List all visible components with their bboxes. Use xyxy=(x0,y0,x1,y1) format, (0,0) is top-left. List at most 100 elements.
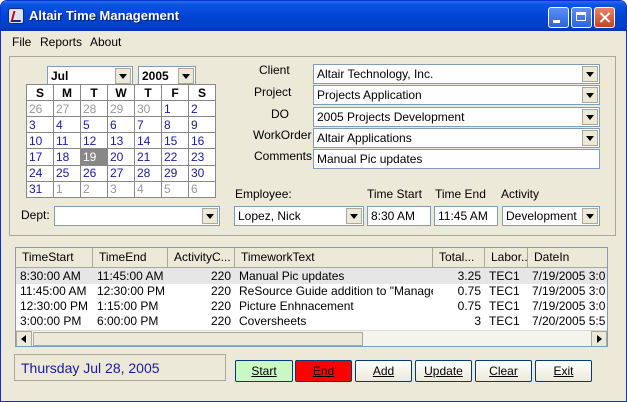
chevron-down-icon[interactable] xyxy=(582,208,598,224)
do-select[interactable]: 2005 Projects Development xyxy=(313,107,600,127)
calendar-day[interactable]: 5 xyxy=(161,180,189,199)
chevron-down-icon[interactable] xyxy=(582,109,598,125)
calendar-day[interactable]: 6 xyxy=(107,116,135,134)
calendar-day[interactable]: 15 xyxy=(161,132,189,150)
column-header[interactable]: TimeworkText xyxy=(235,248,433,267)
calendar-day[interactable]: 29 xyxy=(107,99,135,118)
app-icon xyxy=(8,8,24,24)
calendar-day[interactable]: 1 xyxy=(161,99,189,118)
table-cell: 220 xyxy=(210,314,231,328)
scroll-right-icon[interactable] xyxy=(591,331,607,346)
table-row[interactable]: 8:30:00 AM 11:45:00 AM 220 Manual Pic updat… xyxy=(16,268,607,284)
calendar-day[interactable]: 7 xyxy=(134,116,162,134)
calendar-day[interactable]: 4 xyxy=(53,116,81,134)
calendar-day[interactable]: 5 xyxy=(80,116,108,134)
calendar-day[interactable]: 18 xyxy=(53,148,81,166)
month-select[interactable]: Jul xyxy=(47,66,133,86)
chevron-down-icon[interactable] xyxy=(582,130,598,146)
comments-field[interactable]: Manual Pic updates xyxy=(313,149,600,169)
column-header[interactable]: TimeEnd xyxy=(93,248,168,267)
horizontal-scrollbar[interactable] xyxy=(16,330,607,346)
table-cell: ReSource Guide addition to "Manage... xyxy=(239,284,433,298)
calendar-day[interactable]: 8 xyxy=(161,116,189,134)
column-header[interactable]: Labor... xyxy=(485,248,528,267)
calendar-day[interactable]: 19 xyxy=(80,148,108,166)
clear-button[interactable]: Clear xyxy=(475,360,532,382)
chevron-down-icon[interactable] xyxy=(115,68,131,84)
calendar-day[interactable]: 28 xyxy=(80,99,108,118)
calendar-day[interactable]: 26 xyxy=(26,99,54,118)
calendar-day[interactable]: 31 xyxy=(26,180,54,199)
column-header[interactable]: ActivityC... xyxy=(168,248,235,267)
calendar-day[interactable]: 21 xyxy=(134,148,162,166)
calendar-day[interactable]: 10 xyxy=(26,132,54,150)
calendar-day[interactable]: 11 xyxy=(53,132,81,150)
project-select[interactable]: Projects Application xyxy=(313,85,600,105)
calendar-day[interactable]: 30 xyxy=(188,164,216,182)
table-cell: TEC1 xyxy=(489,269,520,283)
table-row[interactable]: 12:30:00 PM 1:15:00 PM 220 Picture Enhnacem… xyxy=(16,298,607,314)
table-row[interactable]: 3:00:00 PM 6:00:00 PM 220 Coversheets 3 TEC1 7… xyxy=(16,313,607,329)
calendar-day[interactable]: 6 xyxy=(188,180,216,199)
calendar-day[interactable]: 16 xyxy=(188,132,216,150)
workorder-select[interactable]: Altair Applications xyxy=(313,128,600,148)
menu-about[interactable]: About xyxy=(90,35,121,49)
calendar-day[interactable]: 22 xyxy=(161,148,189,166)
employee-select[interactable]: Lopez, Nick xyxy=(234,206,364,226)
calendar-day[interactable]: 25 xyxy=(53,164,81,182)
menu-file[interactable]: File xyxy=(12,35,31,49)
timestart-field[interactable]: 8:30 AM xyxy=(367,206,431,226)
calendar-day[interactable]: 12 xyxy=(80,132,108,150)
column-header[interactable]: DateIn xyxy=(528,248,607,267)
calendar-day[interactable]: 27 xyxy=(53,99,81,118)
update-button[interactable]: Update xyxy=(415,360,472,382)
calendar-day[interactable]: 9 xyxy=(188,116,216,134)
timeend-label: Time End xyxy=(435,187,486,201)
table-cell: TEC1 xyxy=(489,299,520,313)
calendar-day[interactable]: 17 xyxy=(26,148,54,166)
table-row[interactable]: 11:45:00 AM 12:30:00 PM 220 ReSource Guide … xyxy=(16,283,607,299)
calendar-day[interactable]: 26 xyxy=(80,164,108,182)
year-select[interactable]: 2005 xyxy=(138,66,196,86)
calendar-day[interactable]: 27 xyxy=(107,164,135,182)
minimize-button[interactable] xyxy=(548,7,569,28)
close-button[interactable] xyxy=(594,7,615,28)
calendar-day[interactable]: 2 xyxy=(80,180,108,199)
chevron-down-icon[interactable] xyxy=(582,66,598,82)
column-header[interactable]: TimeStart xyxy=(16,248,93,267)
scroll-thumb[interactable] xyxy=(33,332,363,346)
calendar-day[interactable]: 1 xyxy=(53,180,81,199)
chevron-down-icon[interactable] xyxy=(582,87,598,103)
end-button[interactable]: End xyxy=(295,360,352,382)
calendar-day[interactable]: 13 xyxy=(107,132,135,150)
calendar-day[interactable]: 24 xyxy=(26,164,54,182)
title-bar[interactable]: Altair Time Management xyxy=(1,1,626,31)
dept-select[interactable] xyxy=(54,206,220,226)
scroll-left-icon[interactable] xyxy=(16,331,32,346)
client-select[interactable]: Altair Technology, Inc. xyxy=(313,64,600,84)
column-header[interactable]: Total... xyxy=(433,248,485,267)
calendar-day[interactable]: 4 xyxy=(134,180,162,199)
chevron-down-icon[interactable] xyxy=(346,208,362,224)
calendar-day[interactable]: 20 xyxy=(107,148,135,166)
weekday-header: S xyxy=(188,84,216,101)
maximize-button[interactable] xyxy=(571,7,592,28)
calendar-day[interactable]: 23 xyxy=(188,148,216,166)
weekday-header: T xyxy=(134,84,162,101)
calendar-day[interactable]: 14 xyxy=(134,132,162,150)
time-entries-grid[interactable]: TimeStart TimeEnd ActivityC... TimeworkText… xyxy=(15,247,608,347)
calendar-day[interactable]: 29 xyxy=(161,164,189,182)
timeend-field[interactable]: 11:45 AM xyxy=(434,206,498,226)
menu-reports[interactable]: Reports xyxy=(40,35,82,49)
calendar-day[interactable]: 2 xyxy=(188,99,216,118)
calendar-day[interactable]: 28 xyxy=(134,164,162,182)
add-button[interactable]: Add xyxy=(355,360,412,382)
chevron-down-icon[interactable] xyxy=(202,208,218,224)
activity-select[interactable]: Development xyxy=(502,206,600,226)
calendar-day[interactable]: 30 xyxy=(134,99,162,118)
calendar-day[interactable]: 3 xyxy=(26,116,54,134)
chevron-down-icon[interactable] xyxy=(178,68,194,84)
exit-button[interactable]: Exit xyxy=(535,360,592,382)
start-button[interactable]: Start xyxy=(235,360,293,382)
calendar-day[interactable]: 3 xyxy=(107,180,135,199)
